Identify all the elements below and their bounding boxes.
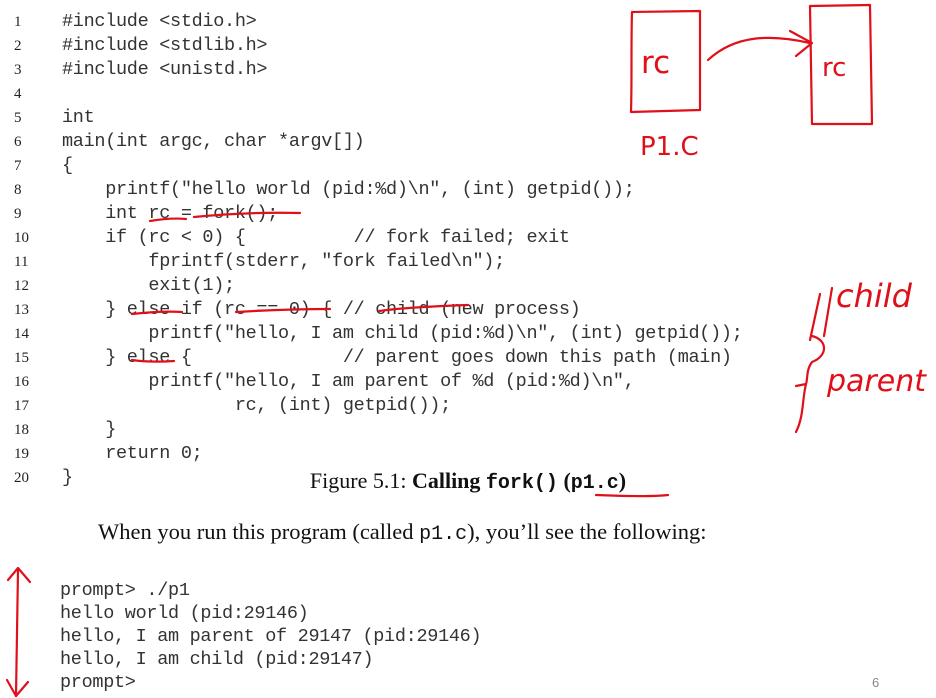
caption-bold-text: Calling [411, 468, 486, 493]
code-text: int [62, 107, 95, 128]
code-text: } [62, 419, 117, 440]
code-text: } else if (rc == 0) { // child (new proc… [62, 299, 581, 320]
output-line: prompt> [60, 672, 136, 693]
output-line: hello, I am parent of 29147 (pid:29146) [60, 626, 482, 647]
line-number: 4 [14, 86, 22, 102]
caption-prefix: Figure 5.1: [309, 468, 412, 493]
line-number: 15 [14, 350, 29, 366]
caption-file: p1.c [570, 472, 619, 495]
underline-file [594, 493, 670, 498]
line-number: 13 [14, 302, 29, 318]
left-arrow-bottom [5, 678, 30, 698]
code-text: } else { // parent goes down this path (… [62, 347, 732, 368]
caption-paren-close: ) [618, 468, 627, 493]
line-number: 12 [14, 278, 29, 294]
line-number: 3 [14, 62, 22, 78]
line-number: 1 [14, 14, 22, 30]
line-number: 14 [14, 326, 29, 342]
line-number: 8 [14, 182, 22, 198]
line-number: 19 [14, 446, 29, 462]
code-text: if (rc < 0) { // fork failed; exit [62, 227, 570, 248]
para-before: When you run this program (called [98, 519, 420, 544]
para-after: ), you’ll see the following: [467, 519, 707, 544]
body-paragraph: When you run this program (called p1.c),… [98, 519, 707, 546]
figure-caption: Figure 5.1: Calling fork() (p1.c) [0, 468, 936, 495]
caption-func: fork() [485, 472, 558, 495]
line-number: 17 [14, 398, 29, 414]
output-line: hello world (pid:29146) [60, 603, 309, 624]
code-text: { [62, 155, 73, 176]
line-number: 7 [14, 158, 22, 174]
code-text: rc, (int) getpid()); [62, 395, 451, 416]
code-text: return 0; [62, 443, 203, 464]
line-number: 11 [14, 254, 29, 270]
code-text: int rc = fork(); [62, 203, 279, 224]
left-double-arrow [14, 568, 20, 698]
line-number: 18 [14, 422, 29, 438]
code-text: printf("hello world (pid:%d)\n", (int) g… [62, 179, 635, 200]
line-number: 2 [14, 38, 22, 54]
output-line: prompt> ./p1 [60, 580, 190, 601]
output-line: hello, I am child (pid:29147) [60, 649, 374, 670]
line-number: 16 [14, 374, 29, 390]
code-text: printf("hello, I am parent of %d (pid:%d… [62, 371, 635, 392]
code-text: exit(1); [62, 275, 235, 296]
code-text: main(int argc, char *argv[]) [62, 131, 365, 152]
line-number: 10 [14, 230, 29, 246]
code-text: #include <stdlib.h> [62, 35, 268, 56]
code-listing: 1 #include <stdio.h> 2 #include <stdlib.h>… [0, 0, 936, 488]
code-text: fprintf(stderr, "fork failed\n"); [62, 251, 505, 272]
line-number: 5 [14, 110, 22, 126]
code-text: #include <unistd.h> [62, 59, 268, 80]
para-code: p1.c [419, 523, 468, 546]
line-number: 6 [14, 134, 22, 150]
line-number: 9 [14, 206, 22, 222]
left-arrow-top [6, 566, 32, 584]
code-text: printf("hello, I am child (pid:%d)\n", (… [62, 323, 743, 344]
caption-title: Calling fork() (p1.c) [411, 468, 627, 495]
code-text: #include <stdio.h> [62, 11, 257, 32]
caption-paren-open: ( [557, 468, 571, 493]
page-number: 6 [872, 675, 880, 690]
